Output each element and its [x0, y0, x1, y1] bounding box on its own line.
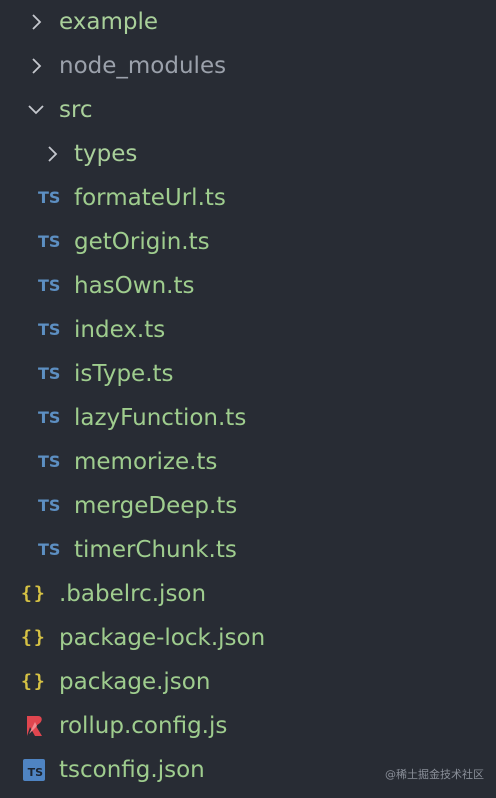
typescript-icon: TS	[38, 452, 61, 471]
file-getorigin-ts[interactable]: TS getOrigin.ts	[0, 220, 496, 264]
file-label: timerChunk.ts	[74, 537, 237, 563]
file-label: lazyFunction.ts	[74, 405, 247, 431]
folder-label: src	[59, 97, 93, 123]
folder-label: types	[74, 141, 138, 167]
rollup-icon	[23, 714, 45, 738]
file-explorer: example node_modules src types TS format…	[0, 0, 496, 798]
file-label: tsconfig.json	[59, 757, 205, 783]
typescript-icon: TS	[38, 232, 61, 251]
file-package-json[interactable]: {} package.json	[0, 660, 496, 704]
folder-types[interactable]: types	[0, 132, 496, 176]
json-braces-icon: {}	[21, 583, 47, 604]
typescript-icon: TS	[38, 188, 61, 207]
file-index-ts[interactable]: TS index.ts	[0, 308, 496, 352]
typescript-icon: TS	[38, 408, 61, 427]
typescript-icon: TS	[38, 496, 61, 515]
file-label: mergeDeep.ts	[74, 493, 238, 519]
file-babelrc-json[interactable]: {} .babelrc.json	[0, 572, 496, 616]
chevron-right-icon	[26, 12, 46, 32]
json-braces-icon: {}	[21, 671, 47, 692]
json-braces-icon: {}	[21, 627, 47, 648]
file-memorize-ts[interactable]: TS memorize.ts	[0, 440, 496, 484]
folder-example[interactable]: example	[0, 0, 496, 44]
file-label: .babelrc.json	[59, 581, 207, 607]
typescript-icon: TS	[38, 276, 61, 295]
file-istype-ts[interactable]: TS isType.ts	[0, 352, 496, 396]
file-label: formateUrl.ts	[74, 185, 226, 211]
chevron-down-icon	[26, 100, 46, 120]
folder-label: example	[59, 9, 158, 35]
file-label: index.ts	[74, 317, 166, 343]
chevron-right-icon	[26, 56, 46, 76]
file-label: package.json	[59, 669, 211, 695]
chevron-right-icon	[42, 144, 62, 164]
file-rollup-config-js[interactable]: rollup.config.js	[0, 704, 496, 748]
watermark: @稀土掘金技术社区	[385, 768, 484, 781]
typescript-icon: TS	[38, 320, 61, 339]
file-label: memorize.ts	[74, 449, 218, 475]
file-formateurl-ts[interactable]: TS formateUrl.ts	[0, 176, 496, 220]
typescript-icon: TS	[38, 540, 61, 559]
file-label: isType.ts	[74, 361, 174, 387]
file-label: package-lock.json	[59, 625, 266, 651]
file-lazyfunction-ts[interactable]: TS lazyFunction.ts	[0, 396, 496, 440]
file-timerchunk-ts[interactable]: TS timerChunk.ts	[0, 528, 496, 572]
file-label: rollup.config.js	[59, 713, 228, 739]
file-mergedeep-ts[interactable]: TS mergeDeep.ts	[0, 484, 496, 528]
file-package-lock-json[interactable]: {} package-lock.json	[0, 616, 496, 660]
folder-node-modules[interactable]: node_modules	[0, 44, 496, 88]
file-label: hasOwn.ts	[74, 273, 195, 299]
file-label: getOrigin.ts	[74, 229, 210, 255]
tsconfig-icon: TS	[23, 759, 45, 781]
folder-label: node_modules	[59, 53, 227, 79]
file-hasown-ts[interactable]: TS hasOwn.ts	[0, 264, 496, 308]
folder-src[interactable]: src	[0, 88, 496, 132]
typescript-icon: TS	[38, 364, 61, 383]
